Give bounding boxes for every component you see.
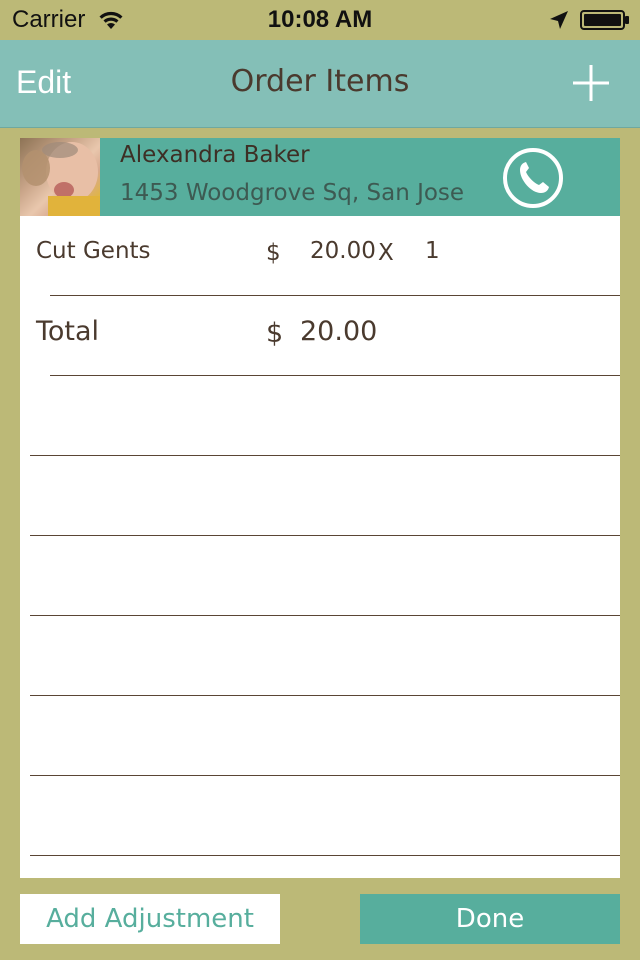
nav-bar: Edit Order Items	[0, 40, 640, 128]
item-name: Cut Gents	[36, 238, 151, 264]
total-row: Total $ 20.00	[20, 296, 620, 376]
total-currency: $	[266, 318, 284, 349]
order-item-row[interactable]: Cut Gents $ 20.00 X 1	[20, 216, 620, 296]
done-button[interactable]: Done	[360, 894, 620, 944]
item-currency: $	[266, 240, 281, 266]
customer-header[interactable]: Alexandra Baker 1453 Woodgrove Sq, San J…	[20, 138, 620, 216]
total-value: 20.00	[300, 316, 378, 347]
row-divider	[30, 855, 620, 856]
empty-row	[20, 776, 620, 856]
customer-name: Alexandra Baker	[120, 142, 310, 168]
status-bar: Carrier 10:08 AM	[0, 0, 640, 40]
order-items-card: Alexandra Baker 1453 Woodgrove Sq, San J…	[20, 138, 620, 878]
item-quantity: 1	[425, 238, 440, 264]
plus-icon[interactable]	[572, 64, 610, 102]
avatar	[20, 138, 100, 216]
phone-icon[interactable]	[502, 147, 564, 209]
add-adjustment-button[interactable]: Add Adjustment	[20, 894, 280, 944]
empty-row	[20, 376, 620, 456]
battery-icon	[580, 10, 629, 30]
customer-address: 1453 Woodgrove Sq, San Jose	[120, 180, 465, 206]
status-time: 10:08 AM	[267, 6, 373, 33]
total-label: Total	[36, 316, 100, 347]
empty-row	[20, 536, 620, 616]
empty-row	[20, 696, 620, 776]
empty-row	[20, 616, 620, 696]
empty-row	[20, 456, 620, 536]
location-arrow-icon	[550, 11, 568, 29]
item-multiplier: X	[378, 240, 394, 266]
page-title: Order Items	[230, 64, 410, 99]
item-price: 20.00	[310, 238, 376, 264]
avatar-photo-icon	[22, 142, 100, 216]
